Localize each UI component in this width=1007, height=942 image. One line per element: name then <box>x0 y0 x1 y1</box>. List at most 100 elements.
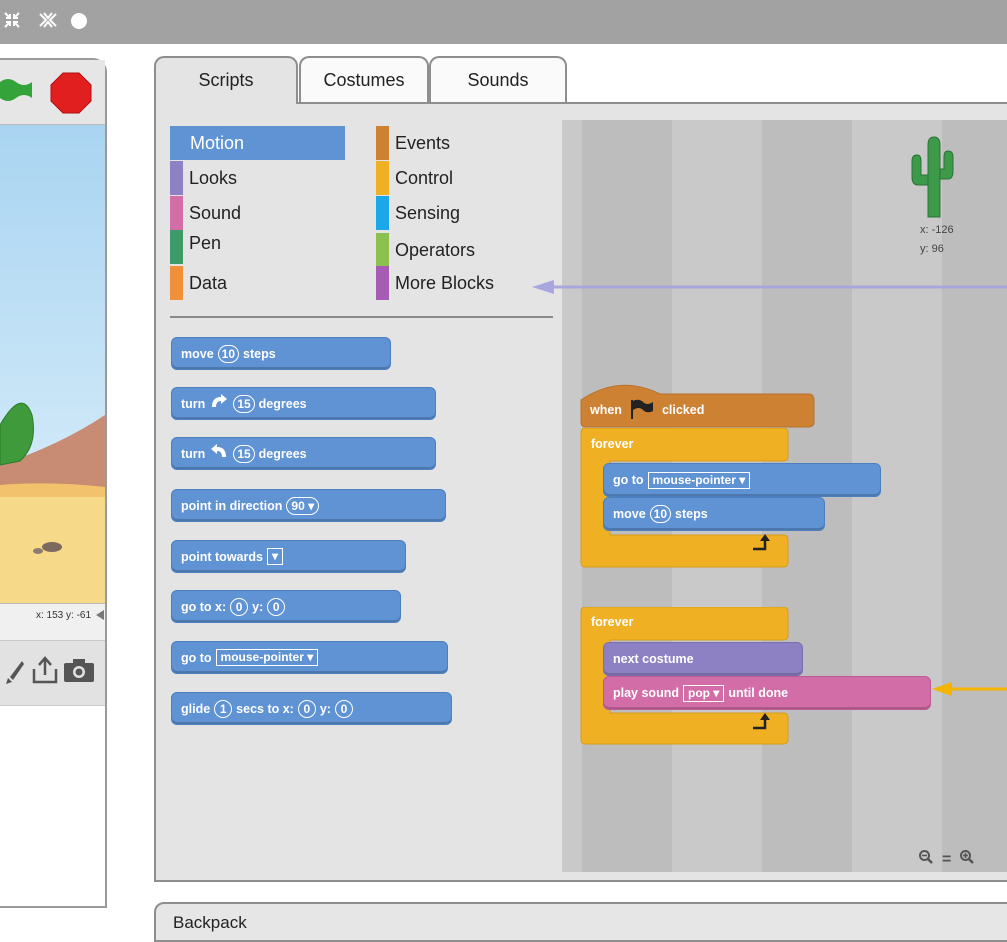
category-operators[interactable]: Operators <box>376 233 546 267</box>
block-forever-label[interactable]: forever <box>591 437 633 451</box>
target-dropdown[interactable]: mouse-pointer ▾ <box>647 471 751 489</box>
block-text: y: <box>319 701 331 716</box>
zoom-in-icon[interactable] <box>959 849 975 870</box>
zoom-out-icon[interactable] <box>918 849 934 870</box>
block-text: point in direction <box>181 498 283 513</box>
backpack-label: Backpack <box>173 913 247 932</box>
block-when-flag-clicked[interactable]: when clicked <box>590 395 704 425</box>
category-pen-swatch <box>170 230 183 264</box>
category-pen[interactable]: Pen <box>170 230 340 264</box>
block-text: steps <box>675 507 708 521</box>
category-sound-label: Sound <box>189 203 242 223</box>
category-looks-swatch <box>170 161 183 195</box>
category-sensing[interactable]: Sensing <box>376 196 546 230</box>
block-text: go to x: <box>181 599 227 614</box>
zoom-reset-button[interactable]: = <box>942 851 951 869</box>
x-input[interactable]: 0 <box>297 699 316 718</box>
target-dropdown[interactable]: ▾ <box>266 548 283 565</box>
paintbrush-icon[interactable] <box>4 659 26 690</box>
category-motion[interactable]: Motion <box>170 126 345 160</box>
block-text: clicked <box>661 403 705 417</box>
sprite-x-readout: x: -126 <box>920 224 954 236</box>
block-point-towards[interactable]: point towards ▾ <box>171 540 406 573</box>
block-text: turn <box>181 396 206 411</box>
rotate-clockwise-icon <box>209 394 229 413</box>
camera-icon[interactable] <box>63 657 95 688</box>
sprite-thumbnail[interactable] <box>908 135 956 224</box>
block-go-to-xy[interactable]: go to x: 0 y: 0 <box>171 590 401 623</box>
block-text: play sound <box>613 686 679 700</box>
loop-arrow-icon <box>751 712 775 737</box>
block-text: go to <box>613 473 644 487</box>
category-sound[interactable]: Sound <box>170 196 340 230</box>
block-text: next costume <box>613 652 694 666</box>
number-input[interactable]: 15 <box>233 444 255 463</box>
tab-scripts-label: Scripts <box>198 70 254 90</box>
block-glide[interactable]: glide 1 secs to x: 0 y: 0 <box>171 692 452 725</box>
palette-divider <box>170 316 553 318</box>
number-input[interactable]: 15 <box>233 394 255 413</box>
upload-icon[interactable] <box>30 655 60 690</box>
sound-dropdown[interactable]: pop ▾ <box>682 684 725 702</box>
circle-icon[interactable] <box>70 12 88 35</box>
block-move-steps-script[interactable]: move 10 steps <box>603 497 825 531</box>
category-events[interactable]: Events <box>376 126 546 160</box>
category-looks[interactable]: Looks <box>170 161 340 195</box>
mouse-coordinates: x: 153 y: -61 <box>0 606 105 626</box>
block-text: glide <box>181 701 211 716</box>
category-control[interactable]: Control <box>376 161 546 195</box>
category-data-swatch <box>170 266 183 300</box>
direction-dropdown[interactable]: 90 ▾ <box>286 496 320 515</box>
block-go-to-mouse-pointer[interactable]: go to mouse-pointer ▾ <box>603 463 881 497</box>
category-more-blocks-swatch <box>376 266 389 300</box>
block-move-steps[interactable]: move 10 steps <box>171 337 391 370</box>
category-operators-label: Operators <box>395 240 476 260</box>
sprite-y-readout: y: 96 <box>920 243 944 255</box>
category-data[interactable]: Data <box>170 266 340 300</box>
block-forever-label[interactable]: forever <box>591 615 633 629</box>
category-control-swatch <box>376 161 389 195</box>
stage-view[interactable] <box>0 124 105 604</box>
top-bar <box>0 0 1007 44</box>
stage-toolbar <box>0 60 105 124</box>
tab-scripts[interactable]: Scripts <box>154 56 298 106</box>
block-text: move <box>613 507 646 521</box>
stop-sign-icon[interactable] <box>50 72 92 119</box>
tab-costumes[interactable]: Costumes <box>299 56 429 104</box>
category-pen-label: Pen <box>189 233 222 253</box>
stage-collapse-icon[interactable] <box>95 609 105 624</box>
rotate-counterclockwise-icon <box>209 444 229 463</box>
category-more-blocks[interactable]: More Blocks <box>376 266 546 300</box>
flag-icon <box>630 398 654 423</box>
block-turn-left[interactable]: turn 15 degrees <box>171 437 436 470</box>
expand-icon[interactable] <box>38 11 58 34</box>
block-next-costume[interactable]: next costume <box>603 642 803 676</box>
block-turn-right[interactable]: turn 15 degrees <box>171 387 436 420</box>
number-input[interactable]: 10 <box>649 505 672 523</box>
sprite-list[interactable] <box>0 706 105 906</box>
block-text: go to <box>181 650 212 665</box>
cactus-sprite-icon <box>908 136 956 222</box>
block-text: when <box>590 403 622 417</box>
tab-sounds-label: Sounds <box>467 70 529 90</box>
block-go-to[interactable]: go to mouse-pointer ▾ <box>171 641 448 674</box>
category-control-label: Control <box>395 168 454 188</box>
new-sprite-toolbar <box>0 640 105 706</box>
zoom-controls: = <box>918 849 975 870</box>
secs-input[interactable]: 1 <box>214 699 233 718</box>
number-input[interactable]: 10 <box>217 344 240 363</box>
target-dropdown[interactable]: mouse-pointer ▾ <box>215 649 319 666</box>
block-text: degrees <box>258 446 307 461</box>
y-input[interactable]: 0 <box>334 699 353 718</box>
block-text: turn <box>181 446 206 461</box>
shrink-icon[interactable] <box>3 11 21 34</box>
tab-sounds[interactable]: Sounds <box>429 56 567 104</box>
block-text: y: <box>252 599 264 614</box>
y-input[interactable]: 0 <box>267 597 286 616</box>
backpack-bar[interactable]: Backpack <box>154 902 1007 942</box>
x-input[interactable]: 0 <box>230 597 249 616</box>
green-flag-icon[interactable] <box>0 72 36 113</box>
block-text: secs to x: <box>236 701 294 716</box>
block-point-in-direction[interactable]: point in direction 90 ▾ <box>171 489 446 522</box>
block-play-sound-until-done[interactable]: play sound pop ▾ until done <box>603 676 931 710</box>
